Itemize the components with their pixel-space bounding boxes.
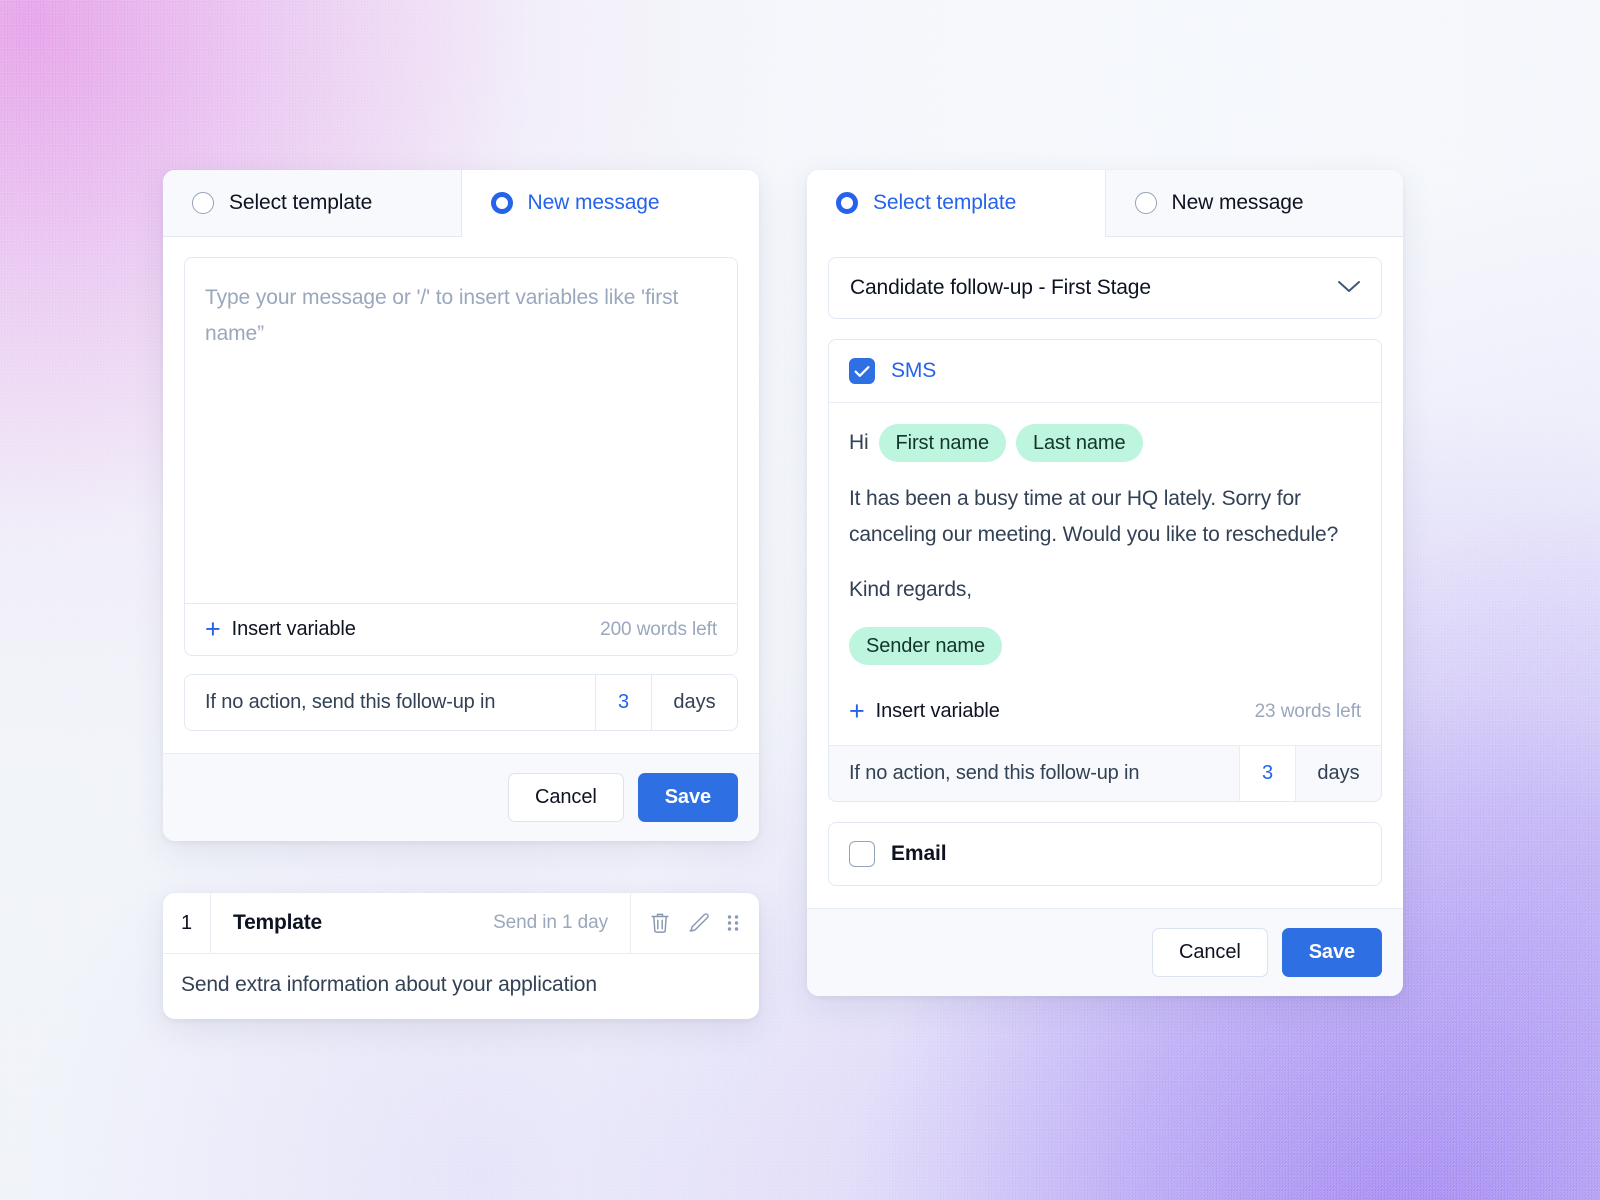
drag-handle-icon[interactable]	[725, 911, 741, 935]
sms-editor-footer: + Insert variable 23 words left	[829, 690, 1381, 745]
template-row-actions	[630, 893, 759, 953]
tab-select-template-right[interactable]: Select template	[807, 170, 1105, 237]
followup-unit-right: days	[1317, 762, 1360, 785]
template-description: Send extra information about your applic…	[181, 973, 597, 996]
editor-footer: + Insert variable 200 words left	[185, 603, 737, 655]
email-label: Email	[891, 842, 947, 866]
followup-row-right: If no action, send this follow-up in 3 d…	[829, 745, 1381, 802]
save-button-right[interactable]: Save	[1281, 928, 1382, 978]
radio-selected-icon	[490, 192, 513, 214]
insert-variable-button-right[interactable]: + Insert variable	[849, 696, 1000, 727]
sms-label: SMS	[891, 359, 937, 382]
email-channel-header[interactable]: Email	[829, 823, 1381, 885]
tab-select-template-left[interactable]: Select template	[163, 170, 462, 237]
message-editor: Type your message or '/' to insert varia…	[184, 257, 738, 656]
template-select-value: Candidate follow-up - First Stage	[850, 276, 1151, 299]
message-placeholder: Type your message or '/' to insert varia…	[205, 286, 679, 346]
followup-days-input-left[interactable]: 3	[595, 675, 652, 730]
followup-label: If no action, send this follow-up in	[205, 691, 496, 713]
new-message-card: Select template New message Type your me…	[163, 170, 759, 841]
insert-variable-label: Insert variable	[875, 700, 1000, 723]
radio-selected-icon	[836, 192, 858, 214]
sms-message-body[interactable]: Hi First name Last name It has been a bu…	[829, 403, 1381, 690]
email-channel-block: Email	[828, 822, 1382, 887]
radio-unselected-icon	[1134, 192, 1157, 214]
right-card-body: Candidate follow-up - First Stage SMS Hi…	[807, 237, 1403, 887]
delete-icon[interactable]	[649, 911, 671, 935]
insert-variable-label: Insert variable	[231, 618, 356, 640]
radio-unselected-icon	[192, 192, 214, 214]
sms-signoff: Kind regards,	[849, 578, 972, 602]
chevron-down-icon	[1336, 276, 1362, 300]
right-card-tabs: Select template New message	[807, 170, 1403, 237]
greeting-prefix: Hi	[849, 430, 869, 454]
greeting-line: Hi First name Last name	[849, 424, 1361, 462]
email-checkbox[interactable]	[849, 841, 875, 868]
sms-checkbox[interactable]	[849, 358, 875, 384]
left-card-footer: Cancel Save	[163, 753, 759, 841]
template-list-item-card: 1 Template Send in 1 day Send extra info…	[163, 893, 759, 1019]
followup-unit-left: days	[673, 691, 716, 713]
cancel-button-left[interactable]: Cancel	[508, 773, 624, 822]
words-left-counter-right: 23 words left	[1254, 700, 1362, 722]
tab-label: Select template	[873, 191, 1017, 214]
template-row-header: 1 Template Send in 1 day	[163, 893, 759, 954]
tab-new-message-right[interactable]: New message	[1104, 170, 1403, 237]
cancel-button-right[interactable]: Cancel	[1152, 928, 1268, 978]
words-left-counter-left: 200 words left	[600, 618, 717, 640]
sms-channel-block: SMS Hi First name Last name It has been …	[828, 339, 1382, 803]
tab-label: New message	[1171, 191, 1304, 214]
plus-icon: +	[849, 696, 865, 727]
tab-new-message-left[interactable]: New message	[461, 170, 759, 237]
edit-icon[interactable]	[687, 911, 709, 935]
tab-label: Select template	[229, 191, 373, 214]
plus-icon: +	[205, 613, 221, 644]
tab-label: New message	[527, 191, 660, 214]
sms-paragraph: It has been a busy time at our HQ lately…	[849, 487, 1339, 547]
left-card-tabs: Select template New message	[163, 170, 759, 237]
template-name: Template	[233, 911, 323, 934]
save-button-left[interactable]: Save	[637, 773, 738, 822]
variable-pill-first-name[interactable]: First name	[878, 424, 1006, 462]
message-textarea[interactable]: Type your message or '/' to insert varia…	[185, 258, 737, 603]
template-select-dropdown[interactable]: Candidate follow-up - First Stage	[828, 257, 1382, 319]
followup-days-input-right[interactable]: 3	[1239, 746, 1296, 802]
select-template-card: Select template New message Candidate fo…	[807, 170, 1403, 997]
sms-channel-header[interactable]: SMS	[829, 340, 1381, 403]
signoff-pill-line: Sender name	[849, 627, 1361, 666]
variable-pill-last-name[interactable]: Last name	[1016, 424, 1143, 462]
variable-pill-sender-name[interactable]: Sender name	[849, 627, 1002, 666]
insert-variable-button-left[interactable]: + Insert variable	[205, 613, 356, 644]
right-card-footer: Cancel Save	[807, 908, 1403, 997]
followup-label: If no action, send this follow-up in	[849, 762, 1140, 785]
template-schedule: Send in 1 day	[493, 912, 608, 933]
followup-row-left: If no action, send this follow-up in 3 d…	[184, 674, 738, 731]
template-index: 1	[163, 893, 211, 953]
left-card-body: Type your message or '/' to insert varia…	[163, 237, 759, 731]
